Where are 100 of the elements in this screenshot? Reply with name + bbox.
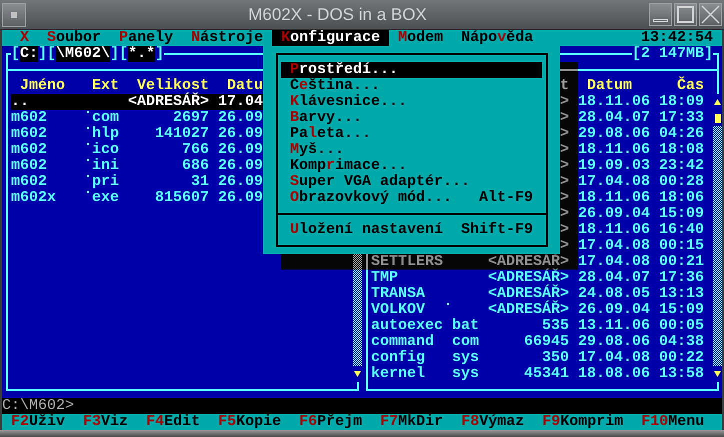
- file-time: 17:36: [659, 270, 704, 286]
- file-time: 13:58: [659, 366, 704, 382]
- file-size: <ADRESÁŘ>: [488, 302, 569, 318]
- file-name: m602: [11, 142, 48, 158]
- file-date: 24.08.05: [578, 286, 650, 302]
- file-date: 26.09: [218, 110, 264, 126]
- file-name: m602: [11, 126, 48, 142]
- file-size: >: [560, 142, 569, 158]
- column-header: Velikost: [136, 78, 209, 94]
- file-name: SETTLERS: [371, 254, 444, 270]
- column-header: t: [560, 78, 569, 94]
- file-date: 26.09.04: [578, 302, 650, 318]
- file-extension: sys: [452, 366, 480, 382]
- file-date: 17.04.08: [578, 238, 650, 254]
- file-date: 17.04.08: [578, 174, 650, 190]
- file-time: 15:09: [659, 302, 704, 318]
- file-date: 18.11.06: [578, 94, 650, 110]
- column-header: Jméno: [20, 78, 66, 94]
- file-extension: com: [452, 334, 480, 350]
- file-extension: com: [92, 110, 120, 126]
- file-date: 13.11.06: [578, 318, 650, 334]
- file-extension: ico: [92, 142, 120, 158]
- file-size: >: [560, 222, 569, 238]
- file-date: 26.09: [218, 174, 264, 190]
- file-date: 18.11.06: [578, 222, 650, 238]
- file-size: >: [560, 174, 569, 190]
- column-header: Datum: [587, 78, 632, 94]
- file-name: m602x: [11, 190, 56, 206]
- file-extension: ini: [92, 158, 120, 174]
- file-size: >: [560, 94, 569, 110]
- file-name: command: [371, 334, 434, 350]
- column-header: Ext: [92, 78, 120, 94]
- file-date: 26.09: [218, 126, 264, 142]
- window-title: M602X - DOS in a BOX: [247, 4, 428, 26]
- file-size: >: [560, 126, 569, 142]
- command-prompt: C:\M602>: [2, 397, 74, 414]
- file-size: 686: [182, 158, 209, 174]
- file-size: >: [560, 190, 569, 206]
- column-header: Datu: [227, 78, 264, 94]
- file-date: 28.04.07: [578, 110, 650, 126]
- file-date: 17.04.08: [578, 254, 650, 270]
- file-date: 26.09: [218, 142, 264, 158]
- file-name: config: [371, 350, 426, 366]
- file-extension: sys: [452, 350, 480, 366]
- file-size: >: [560, 110, 569, 126]
- file-time: 00:05: [659, 318, 704, 334]
- file-name: m602: [11, 158, 48, 174]
- file-date: 18.11.06: [578, 190, 650, 206]
- file-time: 13:13: [659, 286, 704, 302]
- file-size: >: [560, 206, 569, 222]
- file-date: 28.04.07: [578, 270, 650, 286]
- file-time: 00:22: [659, 350, 704, 366]
- file-size: 45341: [524, 366, 569, 382]
- file-extension: exe: [92, 190, 120, 206]
- bracket-text: ][: [38, 46, 56, 62]
- file-time: 04:26: [659, 126, 704, 142]
- file-time: 00:21: [659, 254, 704, 270]
- file-date: 26.09: [218, 158, 264, 174]
- file-date: 26.09: [218, 190, 264, 206]
- file-name: m602: [11, 110, 48, 126]
- file-time: 18:06: [659, 190, 704, 206]
- file-name: autoexec: [371, 318, 444, 334]
- file-size: 2697: [172, 110, 209, 126]
- file-name: m602: [11, 174, 48, 190]
- column-header: Čas: [677, 78, 704, 94]
- file-time: 15:09: [659, 206, 704, 222]
- file-time: 00:15: [659, 238, 704, 254]
- file-name: VOLKOV: [371, 302, 426, 318]
- file-time: 17:33: [659, 110, 704, 126]
- file-size: 815607: [154, 190, 209, 206]
- file-size: <ADRESÁŘ>: [128, 94, 209, 110]
- file-extension: bat: [452, 318, 480, 334]
- file-extension: pri: [92, 174, 120, 190]
- file-name: kernel: [371, 366, 426, 382]
- file-time: 23:42: [659, 158, 704, 174]
- file-date: 18.08.06: [578, 366, 650, 382]
- file-name: TMP: [371, 270, 398, 286]
- file-time: 04:38: [659, 334, 704, 350]
- file-size: 766: [182, 142, 209, 158]
- file-name: TRANSA: [371, 286, 426, 302]
- file-date: 18.11.06: [578, 142, 650, 158]
- file-size: <ADRESÁŘ>: [488, 286, 569, 302]
- file-time: 18:09: [659, 94, 704, 110]
- file-extension: hlp: [92, 126, 120, 142]
- file-time: 00:28: [659, 174, 704, 190]
- file-size: 535: [542, 318, 569, 334]
- file-size: >: [560, 158, 569, 174]
- file-size: 66945: [524, 334, 569, 350]
- bracket-text: [: [11, 46, 20, 62]
- free-space-label: [2 147MB]: [632, 46, 713, 62]
- file-date: 29.08.06: [578, 334, 650, 350]
- bracket-text: ][: [110, 46, 128, 62]
- file-date: 17.04: [218, 94, 264, 110]
- file-size: 141027: [154, 126, 209, 142]
- file-size: <ADRESÁŘ>: [488, 254, 569, 270]
- file-time: 16:40: [659, 222, 704, 238]
- bracket-text: ]: [155, 46, 164, 62]
- file-size: >: [560, 238, 569, 254]
- file-name: ..: [11, 94, 30, 110]
- file-date: 26.09.04: [578, 206, 650, 222]
